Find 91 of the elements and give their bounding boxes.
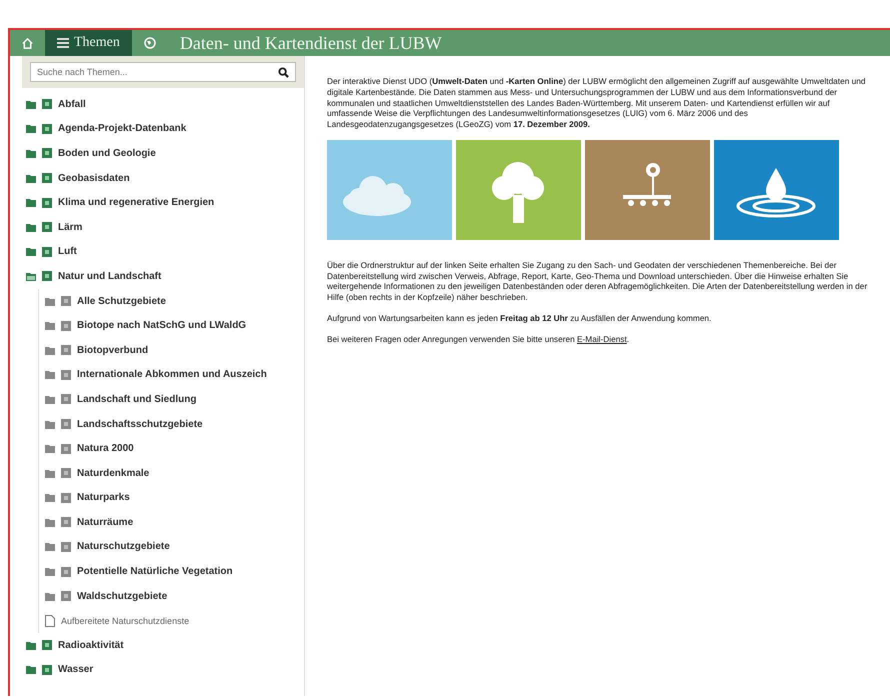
folder-icon	[45, 296, 55, 306]
layer-icon	[42, 99, 52, 110]
tree-item[interactable]: Abfall	[26, 92, 304, 117]
tree-item[interactable]: Waldschutzgebiete	[45, 584, 304, 608]
folder-icon	[26, 272, 36, 281]
layer-icon	[42, 124, 52, 134]
info-text: Über die Ordnerstruktur auf der linken Seite erhalten Sie Zugang zu den Sach- und Geodaten der verschiedenen Themenbereiche. Bei der Datenbereitstellung wird zwischen Verweis, Abfrage, Report, Karte, Geo-Thema und Download unterschieden. Über die Hinweise erhalten Sie weitergehende Informationen zu den jeweiligen Datenbeständen oder deren Abfragemöglichkeiten. Die Arten der Datenbereitstellung werden in der Hilfe (oben rechts in der Kopfzeile) näher beschrieben.	[327, 260, 868, 304]
layer-icon	[61, 370, 71, 380]
email-link[interactable]: E-Mail-Dienst	[577, 334, 627, 344]
flower-icon	[623, 162, 671, 206]
tree-item[interactable]: Aufbereitete Naturschutzdienste	[45, 608, 304, 634]
folder-icon	[45, 444, 55, 454]
layer-icon	[42, 664, 52, 675]
folder-icon	[26, 665, 36, 674]
tree-item[interactable]: Natura 2000	[45, 436, 304, 461]
layer-icon	[61, 296, 71, 306]
document-icon	[45, 614, 55, 627]
layer-icon	[61, 591, 71, 602]
topics-tab[interactable]: Themen	[45, 30, 132, 56]
cloud-icon	[343, 176, 411, 216]
folder-icon	[26, 222, 36, 232]
folder-icon	[45, 468, 55, 478]
tree-item[interactable]: Natur und Landschaft	[26, 264, 304, 289]
folder-icon	[45, 370, 55, 380]
info-text: Aufgrund von Wartungsarbeiten kann es jeden Freitag ab 12 Uhr zu Ausfällen der Anwendung kommen.	[327, 313, 712, 324]
folder-icon	[45, 420, 55, 429]
contact-text: Bei weiteren Fragen oder Anregungen verwenden Sie bitte unseren E-Mail-Dienst.	[327, 334, 630, 345]
tree-item[interactable]: Wasser	[26, 658, 304, 682]
folder-icon	[45, 321, 55, 330]
theme-tile[interactable]	[714, 140, 839, 240]
folder-icon	[45, 518, 55, 527]
tree-item[interactable]: Radioaktivität	[26, 633, 304, 658]
layer-icon	[42, 246, 52, 257]
intro-text: Der interaktive Dienst UDO (Umwelt-Daten und -Karten Online) der LUBW ermöglicht den allgemeinen Zugriff auf ausgewählte Umweltdaten und digitale Kartenbestände. Die Daten stammen aus Mess- und Untersuchungsprogrammen der LUBW und aus dem Informationsverbund der kommunalen und staatlichen Umweltdienststellen des Landes Baden-Württemberg. Mit unserem Daten- und Kartendienst erfüllen wir auf umfassende Weise die Verpflichtungen des Landesumweltinformationsgesetzes (LUIG) vom 6. März 2006 und des Landesgeodatenzugangsgesetzes (LGeoZG) vom 17. Dezember 2009.	[327, 76, 866, 130]
list-icon	[57, 38, 69, 48]
layer-icon	[42, 173, 52, 184]
globe-icon	[144, 37, 156, 49]
layer-icon	[61, 444, 71, 454]
folder-icon	[26, 148, 36, 158]
theme-tile[interactable]	[585, 140, 710, 240]
tree-item[interactable]: Landschaft und Siedlung	[45, 387, 304, 412]
theme-tile[interactable]	[327, 140, 452, 240]
search-icon[interactable]	[278, 67, 289, 78]
layer-icon	[61, 419, 71, 430]
folder-icon	[45, 542, 55, 552]
tree-item[interactable]: Naturschutzgebiete	[45, 534, 304, 560]
tree-item[interactable]: Luft	[26, 240, 304, 264]
layer-icon	[61, 517, 71, 528]
tree-item[interactable]: Landschaftsschutzgebiete	[45, 412, 304, 436]
folder-icon	[26, 100, 36, 109]
folder-icon	[26, 247, 36, 256]
tree-item[interactable]: Geobasisdaten	[26, 166, 304, 190]
app-title: Daten- und Kartendienst der LUBW	[178, 32, 442, 54]
folder-icon	[26, 198, 36, 208]
tree-item[interactable]: Naturdenkmale	[45, 460, 304, 486]
tree-item[interactable]: Agenda-Projekt-Datenbank	[26, 116, 304, 142]
folder-icon	[45, 592, 55, 601]
layer-icon	[61, 492, 71, 503]
search-field[interactable]: Suche nach Themen...	[30, 62, 296, 82]
tree-item[interactable]: Lärm	[26, 214, 304, 240]
folder-icon	[45, 567, 55, 576]
folder-icon	[26, 124, 36, 134]
tree-item[interactable]: Biotopverbund	[45, 338, 304, 363]
tree-item[interactable]: Boden und Geologie	[26, 141, 304, 166]
layer-icon	[42, 271, 52, 282]
theme-tile[interactable]	[456, 140, 581, 240]
tree-item[interactable]: Naturparks	[45, 486, 304, 510]
folder-icon	[26, 174, 36, 183]
layer-icon	[61, 345, 71, 356]
home-icon	[22, 38, 33, 48]
tree-item[interactable]: Klima und regenerative Energien	[26, 190, 304, 215]
folder-icon	[45, 394, 55, 404]
layer-icon	[42, 198, 52, 208]
layer-icon	[42, 640, 52, 650]
layer-icon	[61, 542, 71, 552]
water-drop-icon	[736, 168, 816, 218]
layer-icon	[42, 222, 52, 232]
layer-icon	[61, 394, 71, 404]
folder-icon	[26, 640, 36, 650]
tree-item[interactable]: Internationale Abkommen und Auszeich	[45, 362, 304, 388]
layer-icon	[61, 320, 71, 331]
tree-item[interactable]: Alle Schutzgebiete	[45, 288, 304, 314]
layer-icon	[61, 566, 71, 577]
tree-item[interactable]: Potentielle Natürliche Vegetation	[45, 559, 304, 584]
tree-item[interactable]: Biotope nach NatSchG und LWaldG	[45, 313, 304, 338]
layer-icon	[61, 468, 71, 478]
folder-icon	[45, 346, 55, 355]
layer-icon	[42, 148, 52, 158]
tree-icon	[492, 162, 544, 223]
folder-icon	[45, 493, 55, 502]
tree-item[interactable]: Naturräume	[45, 510, 304, 535]
